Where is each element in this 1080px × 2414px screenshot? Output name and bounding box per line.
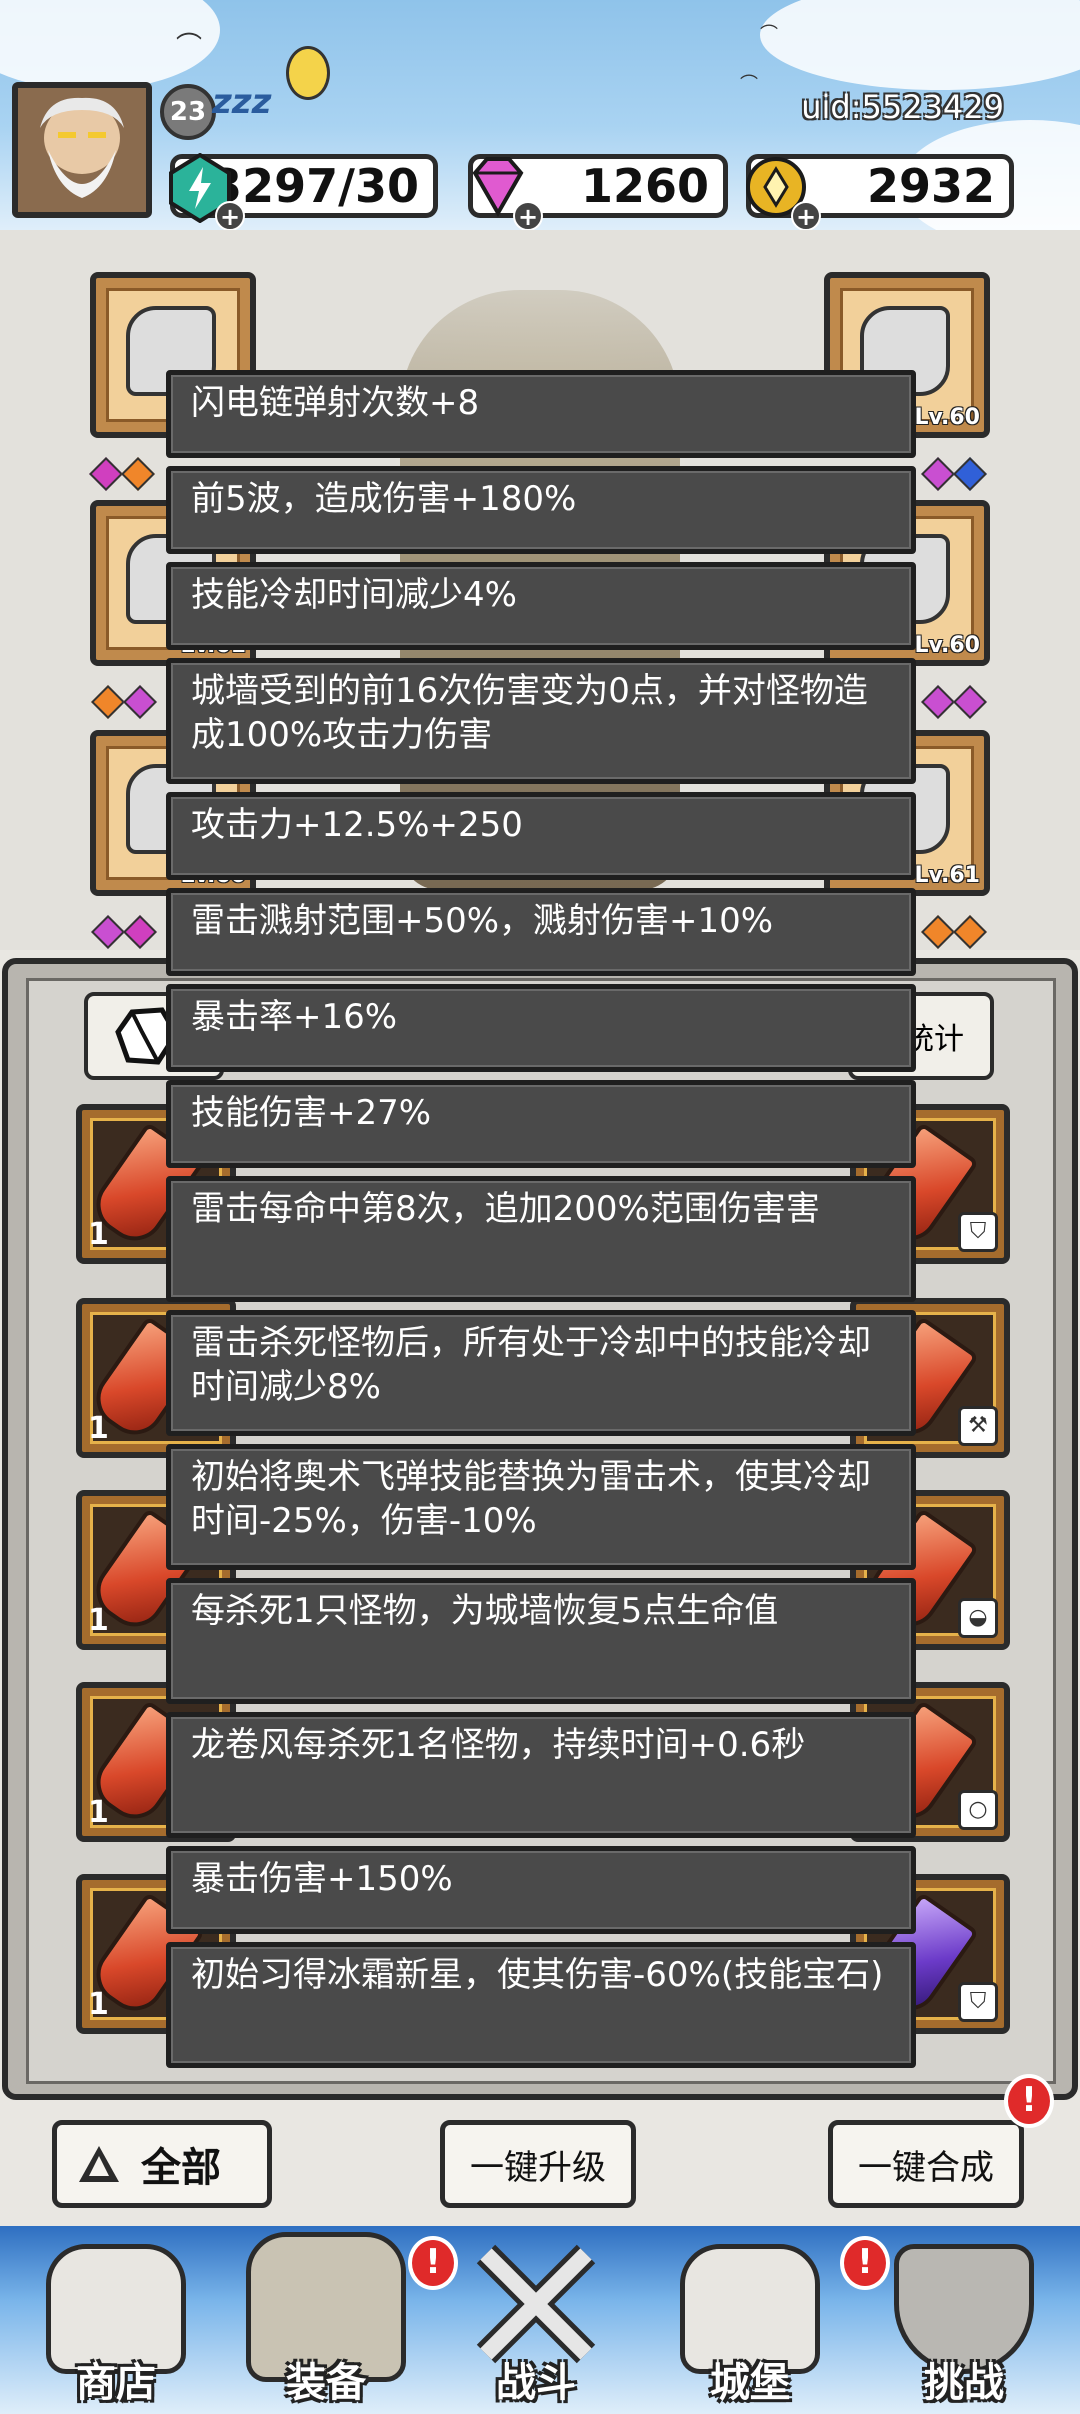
merge-label: 一键合成 <box>858 2147 994 2188</box>
weapon-type-icon: ⚒ <box>958 1406 998 1446</box>
nav-shop[interactable]: 商店 <box>16 2226 216 2414</box>
nav-challenge[interactable]: 挑战 <box>864 2226 1064 2414</box>
nav-equipment[interactable]: 装备 <box>226 2226 426 2414</box>
gem-sockets <box>921 685 987 719</box>
bird-icon: ⌒ <box>176 32 203 62</box>
triangle-up-icon <box>79 2146 119 2182</box>
player-uid: uid:5523429 <box>801 88 1004 126</box>
nav-battle[interactable]: 战斗 <box>436 2226 636 2414</box>
effect-line: 雷击每命中第8次，追加200%范围伤害害 <box>166 1176 916 1302</box>
equipment-alert-badge: ! <box>408 2236 458 2290</box>
filter-all-button[interactable]: 全部 <box>52 2120 272 2208</box>
diamond-counter[interactable]: 1260 + <box>468 154 728 230</box>
effect-line: 雷击溅射范围+50%，溅射伤害+10% <box>166 888 916 976</box>
add-diamond-icon[interactable]: + <box>513 201 543 230</box>
add-stamina-icon[interactable]: + <box>215 201 245 230</box>
player-level: 23 <box>169 97 207 127</box>
stamina-value: 3297/30 <box>210 159 419 213</box>
nav-castle[interactable]: 城堡 <box>650 2226 850 2414</box>
gem-sockets <box>91 915 157 949</box>
armor-type-icon: ⛉ <box>958 1982 998 2022</box>
effect-line: 龙卷风每杀死1名怪物，持续时间+0.6秒 <box>166 1712 916 1838</box>
effect-line: 雷击杀死怪物后，所有处于冷却中的技能冷却时间减少8% <box>166 1310 916 1436</box>
bird-icon: ⌒ <box>760 24 778 45</box>
diamond-value: 1260 <box>580 159 709 213</box>
cloud-decoration <box>760 0 1080 90</box>
gold-value: 2932 <box>866 159 995 213</box>
filter-all-label: 全部 <box>141 2145 221 2191</box>
boots-type-icon: ◒ <box>958 1598 998 1638</box>
effect-line: 初始习得冰霜新星，使其伤害-60%(技能宝石) <box>166 1942 916 2068</box>
gem-sockets <box>91 685 157 719</box>
effect-line: 城墙受到的前16次伤害变为0点，并对怪物造成100%攻击力伤害 <box>166 658 916 784</box>
sun-icon <box>286 46 330 100</box>
sleep-icon: zzz <box>212 82 272 122</box>
add-gold-icon[interactable]: + <box>791 201 821 230</box>
bird-icon: ⌒ <box>740 74 758 95</box>
stamina-counter[interactable]: 3297/30 + <box>169 153 438 230</box>
old-sage-portrait-icon <box>18 88 146 212</box>
gold-counter[interactable]: 2932 + <box>746 154 1014 230</box>
upgrade-label: 一键升级 <box>470 2147 606 2188</box>
effect-line: 闪电链弹射次数+8 <box>166 370 916 458</box>
effect-line: 技能冷却时间减少4% <box>166 562 916 650</box>
player-avatar[interactable] <box>12 82 152 218</box>
effect-line: 初始将奥术飞弹技能替换为雷击术，使其冷却时间-25%，伤害-10% <box>166 1444 916 1570</box>
player-level-badge: 23 <box>160 84 216 140</box>
armor-type-icon: ⛉ <box>958 1212 998 1252</box>
ring-type-icon: ○ <box>958 1790 998 1830</box>
top-bar: ⌒ ⌒ ⌒ 23 zzz uid:5523429 3297/30 + 1260 … <box>0 0 1080 230</box>
one-click-upgrade-button[interactable]: 一键升级 <box>440 2120 636 2208</box>
effect-line: 暴击伤害+150% <box>166 1846 916 1934</box>
gem-sockets <box>921 457 987 491</box>
effect-line: 每杀死1只怪物，为城墙恢复5点生命值 <box>166 1578 916 1704</box>
effect-line: 技能伤害+27% <box>166 1080 916 1168</box>
gem-sockets <box>921 915 987 949</box>
merge-alert-badge: ! <box>1004 2074 1054 2128</box>
castle-alert-badge: ! <box>840 2236 890 2290</box>
effect-line: 攻击力+12.5%+250 <box>166 792 916 880</box>
one-click-merge-button[interactable]: 一键合成 <box>828 2120 1024 2208</box>
gem-sockets <box>89 457 155 491</box>
effect-line: 暴击率+16% <box>166 984 916 1072</box>
bottom-nav: 商店 装备 战斗 城堡 挑战 <box>0 2226 1080 2414</box>
effect-line: 前5波，造成伤害+180% <box>166 466 916 554</box>
